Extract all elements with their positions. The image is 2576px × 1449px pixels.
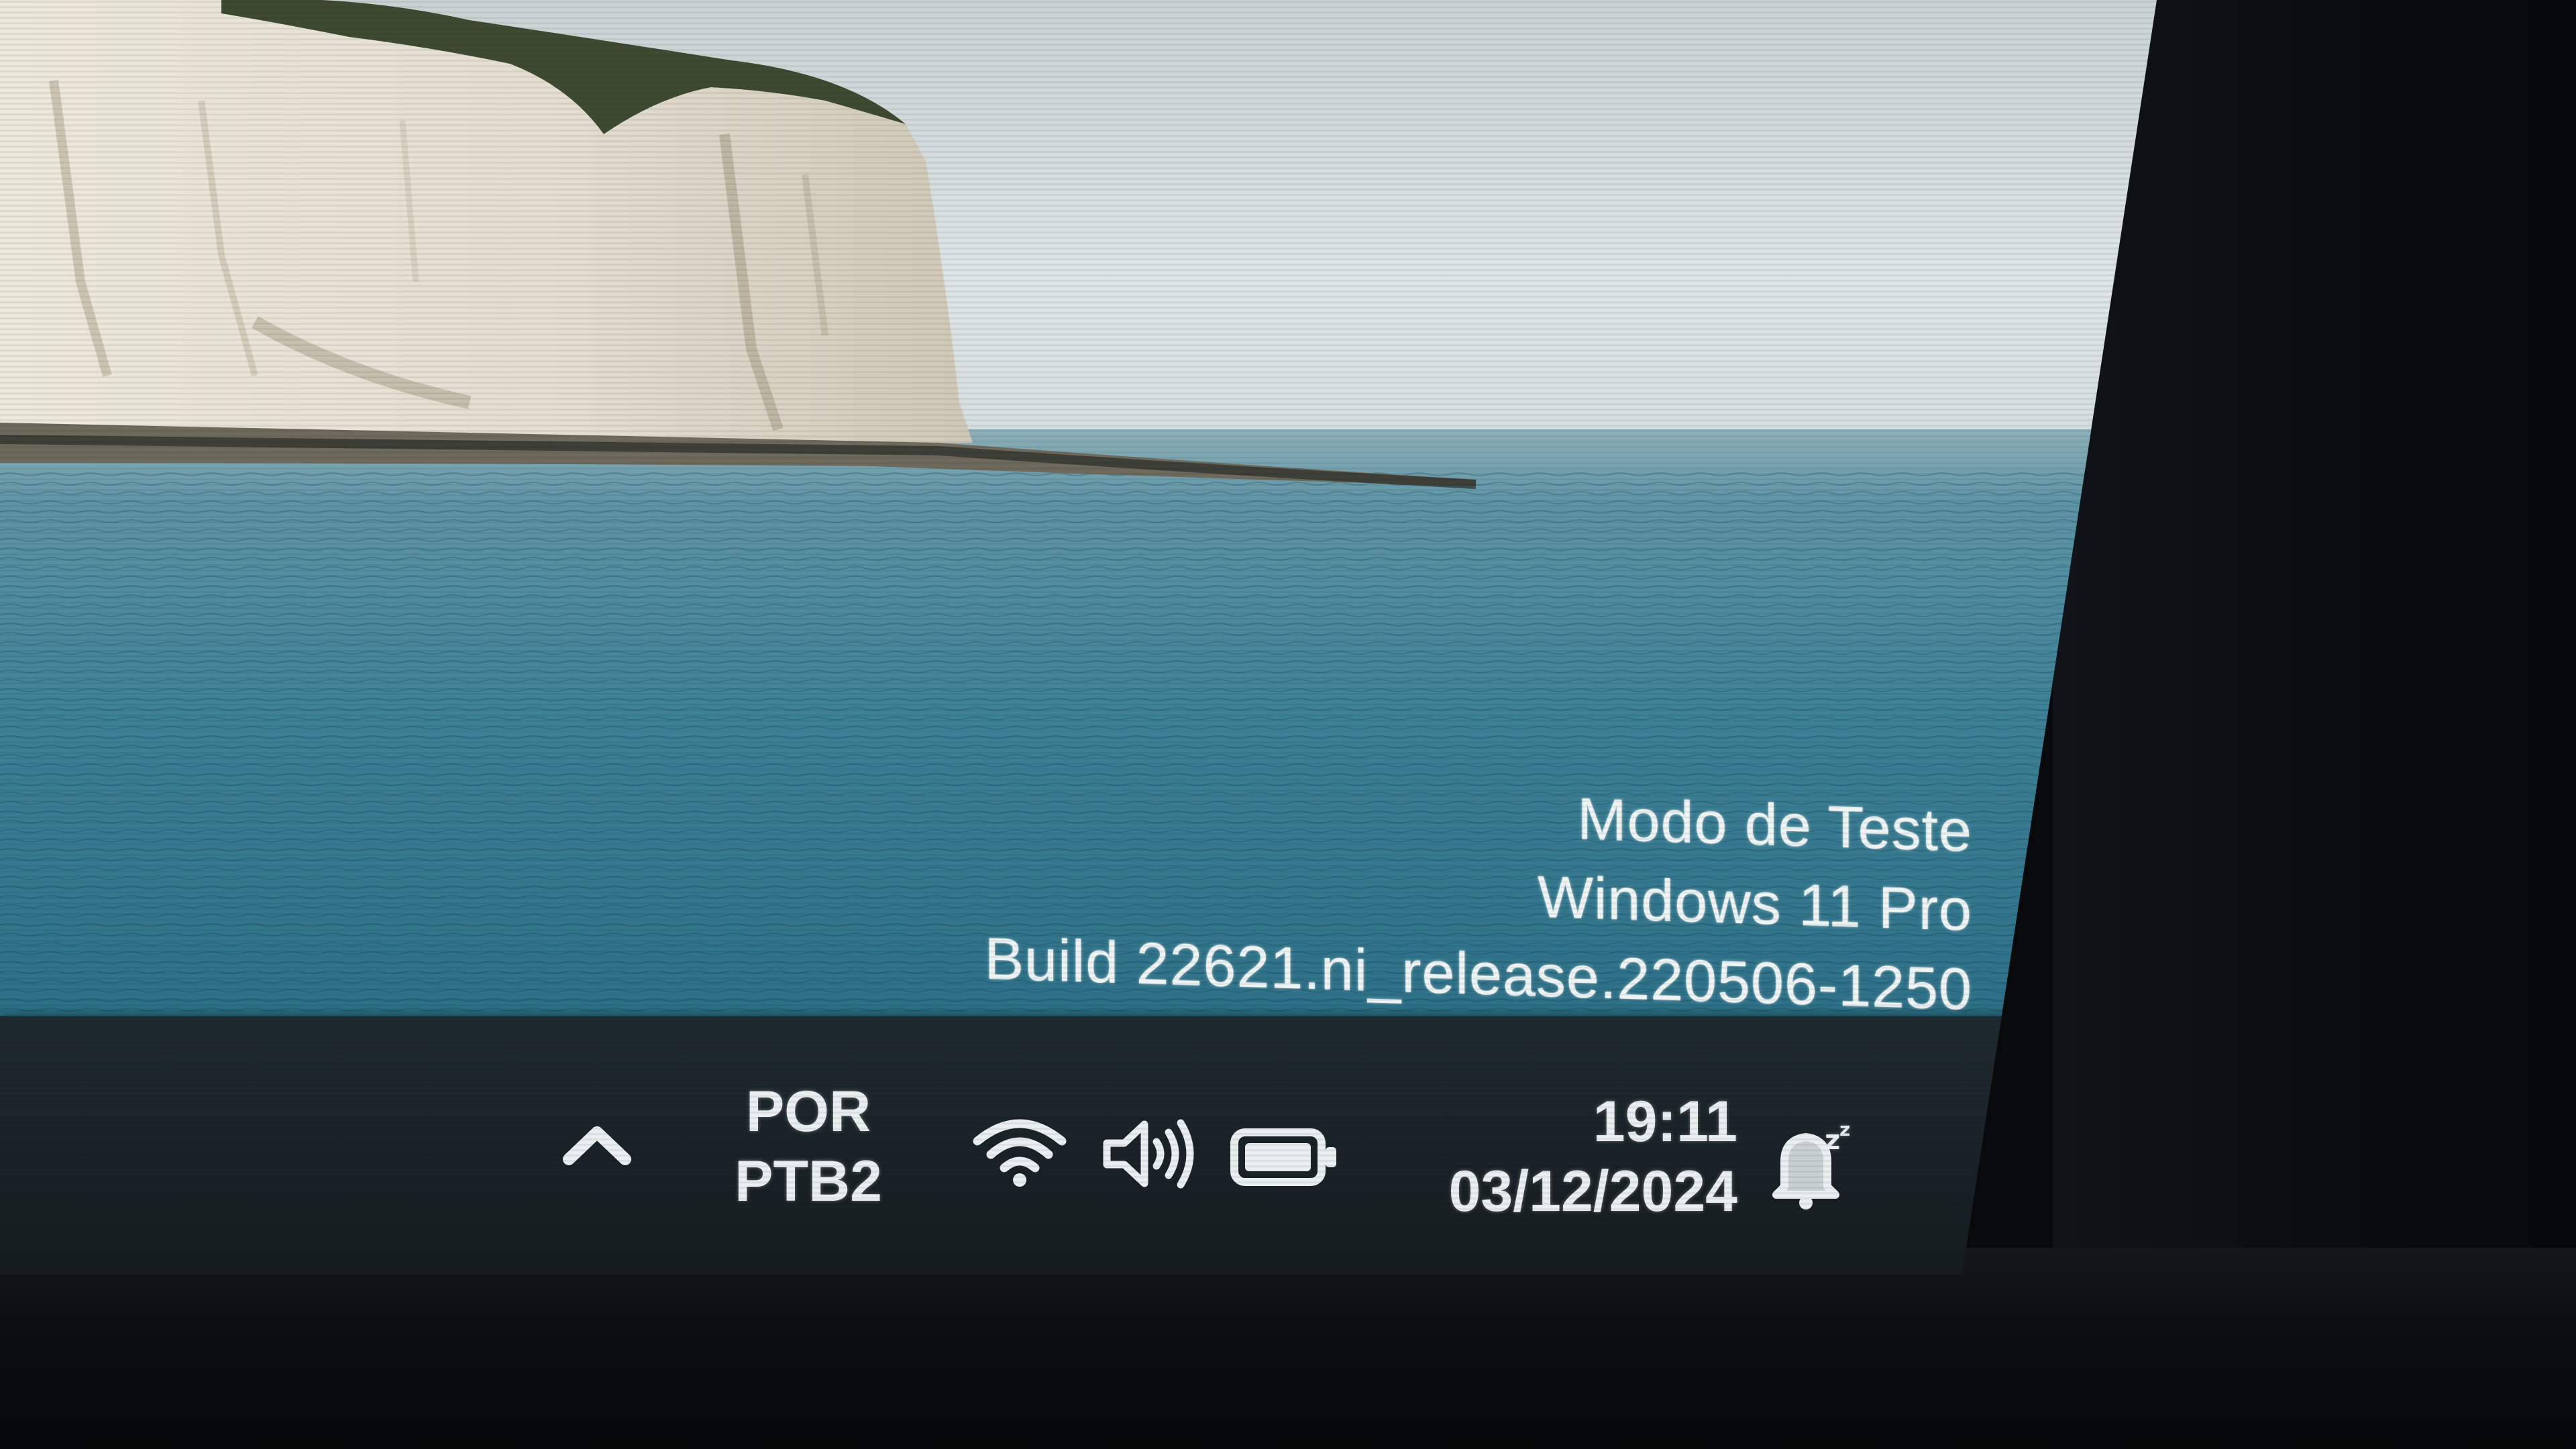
monitor-bezel-right bbox=[2053, 0, 2576, 1449]
svg-text:z: z bbox=[1839, 1118, 1850, 1140]
volume-icon[interactable] bbox=[1100, 1114, 1201, 1194]
taskbar-clock[interactable]: 19:11 03/12/2024 bbox=[1382, 1087, 1737, 1226]
language-code: POR bbox=[745, 1079, 871, 1144]
keyboard-layout: PTB2 bbox=[735, 1149, 882, 1214]
notification-bell-icon[interactable]: z z bbox=[1758, 1117, 1858, 1218]
desktop-screen: Modo de Teste Windows 11 Pro Build 22621… bbox=[0, 0, 2157, 1275]
chevron-up-icon[interactable] bbox=[557, 1114, 637, 1174]
battery-icon[interactable] bbox=[1228, 1120, 1342, 1194]
clock-date: 03/12/2024 bbox=[1448, 1159, 1737, 1224]
svg-text:z: z bbox=[1825, 1125, 1840, 1156]
clock-time: 19:11 bbox=[1593, 1089, 1737, 1154]
windows-test-mode-watermark: Modo de Teste Windows 11 Pro Build 22621… bbox=[792, 755, 1972, 1029]
wifi-icon[interactable] bbox=[969, 1110, 1070, 1191]
input-language-switcher[interactable]: POR PTB2 bbox=[718, 1077, 899, 1216]
photo-of-screen: Modo de Teste Windows 11 Pro Build 22621… bbox=[0, 0, 2576, 1449]
monitor-bezel-bottom bbox=[0, 1248, 2576, 1449]
